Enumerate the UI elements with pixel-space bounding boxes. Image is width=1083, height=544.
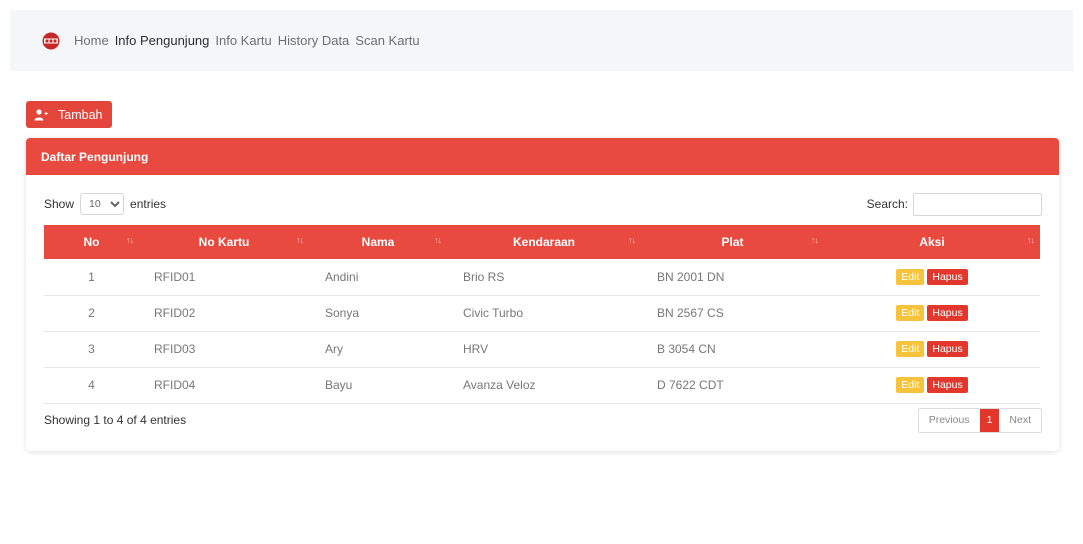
cell-no-kartu: RFID02 — [154, 306, 196, 320]
cell-kendaraan: Avanza Veloz — [463, 378, 536, 392]
page-length-select[interactable]: 10 — [80, 193, 125, 215]
edit-button[interactable]: Edit — [896, 341, 925, 357]
table-row: 4 RFID04 Bayu Avanza Veloz D 7622 CDT Ed… — [44, 367, 1040, 403]
logo-icon[interactable] — [42, 32, 60, 50]
nav-links: Home Info Pengunjung Info Kartu History … — [74, 33, 426, 48]
user-plus-icon — [34, 108, 48, 121]
search-control: Search: — [866, 192, 1042, 216]
add-visitor-button[interactable]: Tambah — [26, 101, 113, 128]
visitor-card: Daftar Pengunjung Show 10 entries Search… — [26, 138, 1059, 451]
search-input[interactable] — [913, 192, 1042, 216]
cell-nama: Bayu — [325, 378, 353, 392]
nav-home[interactable]: Home — [74, 33, 109, 48]
delete-button[interactable]: Hapus — [927, 377, 968, 393]
edit-button[interactable]: Edit — [896, 305, 925, 321]
table-controls: Show 10 entries Search: — [44, 192, 1042, 216]
sort-icon[interactable]: ↑↓ — [296, 235, 304, 245]
card-header: Daftar Pengunjung — [26, 138, 1059, 175]
cell-nama: Ary — [325, 342, 343, 356]
table-footer: Showing 1 to 4 of 4 entries Previous 1 N… — [44, 407, 1042, 433]
cell-nama: Andini — [325, 269, 359, 284]
previous-button[interactable]: Previous — [919, 409, 980, 432]
page-1-button[interactable]: 1 — [979, 408, 1000, 432]
cell-kendaraan: Brio RS — [463, 269, 505, 284]
column-header-no-kartu[interactable]: No Kartu ↑↓ — [139, 225, 309, 259]
visitor-table: No ↑↓ No Kartu ↑↓ Nama ↑↓ Kendaraan ↑↓ Plat ↑… — [44, 225, 1040, 404]
cell-no: 3 — [88, 342, 95, 356]
sort-icon[interactable]: ↑↓ — [811, 235, 819, 245]
nav-info-pengunjung[interactable]: Info Pengunjung — [115, 33, 210, 48]
cell-no-kartu: RFID03 — [154, 342, 196, 356]
cell-kendaraan: Civic Turbo — [463, 306, 524, 320]
cell-aksi: Edit Hapus — [824, 295, 1040, 331]
cell-aksi: Edit Hapus — [824, 367, 1040, 403]
cell-no-kartu: RFID01 — [154, 269, 196, 284]
column-header-kendaraan[interactable]: Kendaraan ↑↓ — [447, 225, 641, 259]
sort-icon[interactable]: ↑↓ — [434, 235, 442, 245]
delete-button[interactable]: Hapus — [927, 268, 968, 285]
column-header-nama[interactable]: Nama ↑↓ — [309, 225, 447, 259]
sort-icon[interactable]: ↑↓ — [1027, 235, 1035, 245]
page-length-control: Show 10 entries — [44, 193, 166, 215]
column-header-plat[interactable]: Plat ↑↓ — [641, 225, 824, 259]
cell-no: 2 — [88, 306, 95, 320]
app-frame: Home Info Pengunjung Info Kartu History … — [10, 10, 1073, 544]
search-label: Search: — [866, 197, 908, 211]
table-row: 1 RFID01 Andini Brio RS BN 2001 DN Edit H… — [44, 259, 1040, 295]
column-header-aksi[interactable]: Aksi ↑↓ — [824, 225, 1040, 259]
cell-plat: BN 2567 CS — [657, 306, 724, 320]
edit-button[interactable]: Edit — [896, 377, 925, 393]
edit-button[interactable]: Edit — [896, 268, 925, 285]
cell-plat: B 3054 CN — [657, 342, 716, 356]
card-title: Daftar Pengunjung — [41, 149, 149, 164]
nav-scan-kartu[interactable]: Scan Kartu — [355, 33, 419, 48]
column-header-no[interactable]: No ↑↓ — [44, 225, 139, 259]
cell-aksi: Edit Hapus — [824, 331, 1040, 367]
table-row: 3 RFID03 Ary HRV B 3054 CN Edit Hapus — [44, 331, 1040, 367]
cell-no-kartu: RFID04 — [154, 378, 196, 392]
add-button-label: Tambah — [58, 107, 103, 122]
navbar: Home Info Pengunjung Info Kartu History … — [10, 10, 1073, 71]
pagination: Previous 1 Next — [917, 407, 1042, 433]
nav-history-data[interactable]: History Data — [278, 33, 350, 48]
show-label: Show — [44, 197, 75, 211]
cell-plat: BN 2001 DN — [657, 269, 725, 284]
entries-label: entries — [130, 197, 167, 211]
table-row: 2 RFID02 Sonya Civic Turbo BN 2567 CS Ed… — [44, 295, 1040, 331]
cell-aksi: Edit Hapus — [824, 259, 1040, 295]
sort-icon[interactable]: ↑↓ — [126, 235, 134, 245]
next-button[interactable]: Next — [999, 409, 1041, 432]
sort-icon[interactable]: ↑↓ — [628, 235, 636, 245]
entries-info: Showing 1 to 4 of 4 entries — [44, 413, 187, 427]
nav-info-kartu[interactable]: Info Kartu — [215, 33, 271, 48]
table-header-row: No ↑↓ No Kartu ↑↓ Nama ↑↓ Kendaraan ↑↓ Plat ↑… — [44, 225, 1040, 259]
delete-button[interactable]: Hapus — [927, 341, 968, 357]
cell-kendaraan: HRV — [463, 342, 489, 356]
cell-plat: D 7622 CDT — [657, 378, 724, 392]
cell-no: 1 — [88, 269, 95, 284]
cell-nama: Sonya — [325, 306, 360, 320]
cell-no: 4 — [88, 378, 95, 392]
delete-button[interactable]: Hapus — [927, 305, 968, 321]
